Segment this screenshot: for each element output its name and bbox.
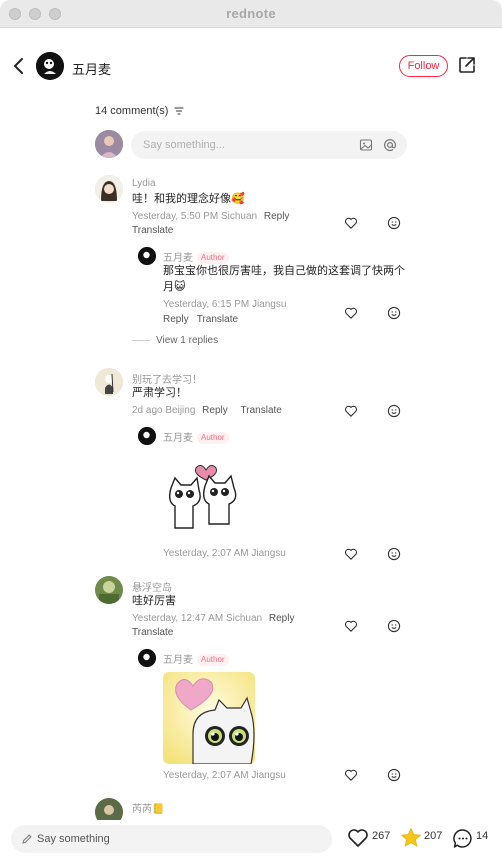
stars-count: 207 (424, 830, 443, 842)
emoji-react-icon[interactable] (387, 404, 401, 418)
reply-time-location: Yesterday, 2:07 AM Jiangsu (163, 548, 286, 559)
reply-author-avatar[interactable] (138, 427, 156, 445)
author-avatar[interactable] (36, 52, 64, 80)
commenter-name[interactable]: Lydia (132, 178, 156, 189)
emoji-react-icon[interactable] (387, 768, 401, 782)
comment-meta: Yesterday, 5:50 PM Sichuan Reply (132, 211, 289, 222)
star-collect-icon[interactable] (400, 827, 422, 849)
emoji-react-icon[interactable] (387, 547, 401, 561)
reply-button[interactable]: Reply (269, 613, 295, 624)
window-title: rednote (226, 6, 276, 21)
reply-author-name[interactable]: 五月麦 (163, 433, 193, 444)
commenter-name[interactable]: 别玩了去学习！ (132, 371, 202, 386)
comment-input[interactable] (143, 131, 343, 159)
like-heart-icon[interactable] (344, 619, 358, 633)
reply-time-location: Yesterday, 2:07 AM Jiangsu (163, 770, 286, 781)
author-tag: Author (197, 432, 229, 444)
follow-button[interactable]: Follow (399, 55, 448, 77)
translate-button[interactable]: Translate (241, 405, 282, 416)
comments-count: 14 (476, 830, 489, 842)
comment-text: 哇好厉害 (132, 595, 176, 607)
like-heart-icon[interactable] (344, 306, 358, 320)
sort-filter-icon[interactable] (174, 107, 184, 115)
reply-author-name-row: 五月麦 Author (163, 651, 229, 666)
translate-button[interactable]: Translate (132, 627, 173, 638)
reply-time-location: Yesterday, 6:15 PM Jiangsu (163, 299, 287, 310)
cats-sticker-image[interactable] (163, 458, 255, 536)
share-icon[interactable] (458, 56, 476, 74)
reply-text-line-2: 月😺 (163, 281, 186, 293)
image-icon[interactable] (359, 138, 373, 152)
emoji-react-icon[interactable] (387, 216, 401, 230)
like-heart-icon[interactable] (344, 404, 358, 418)
comment-meta: Yesterday, 12:47 AM Sichuan Reply (132, 613, 294, 624)
emoji-react-icon[interactable] (387, 306, 401, 320)
commenter-avatar[interactable] (95, 175, 123, 203)
comment-count-label: 14 comment(s) (95, 105, 169, 117)
comment-meta: 2d ago Beijing Reply Translate (132, 405, 282, 416)
commenter-name[interactable]: 悬浮空岛 (132, 579, 172, 594)
app-window: rednote 五月麦 Follow 14 comment(s) Say som… (0, 0, 502, 859)
comment-time-location: 2d ago Beijing (132, 405, 196, 416)
reply-author-name[interactable]: 五月麦 (163, 655, 193, 666)
emoji-react-icon[interactable] (387, 619, 401, 633)
view-replies-label[interactable]: View 1 replies (156, 335, 218, 346)
like-heart-icon[interactable] (344, 216, 358, 230)
mention-icon[interactable] (383, 138, 397, 152)
say-something-input[interactable]: Say something (11, 825, 332, 853)
comment-count: 14 comment(s) (95, 105, 184, 117)
commenter-avatar[interactable] (95, 368, 123, 396)
reply-button[interactable]: Reply (202, 405, 228, 416)
reply-author-avatar[interactable] (138, 649, 156, 667)
reply-button[interactable]: Reply (264, 211, 290, 222)
bottom-action-bar: Say something 267 207 14 (0, 820, 502, 859)
note-header: 五月麦 Follow (0, 28, 502, 104)
like-heart-icon[interactable] (344, 547, 358, 561)
title-bar: rednote (0, 0, 502, 28)
heart-cat-sticker-image[interactable] (163, 672, 255, 764)
reply-author-name-row: 五月麦 Author (163, 429, 229, 444)
say-something-label: Say something (37, 833, 110, 845)
my-avatar (95, 130, 123, 158)
comment-time-location: Yesterday, 5:50 PM Sichuan (132, 211, 258, 222)
like-heart-icon[interactable] (344, 768, 358, 782)
reply-button[interactable]: Reply (163, 314, 189, 325)
comment-text: 哇！和我的理念好像🥰 (132, 193, 245, 205)
comment-bubble-icon[interactable] (452, 828, 474, 850)
back-arrow-icon[interactable] (10, 56, 28, 76)
divider-line (132, 339, 150, 341)
view-replies-link[interactable]: View 1 replies (132, 335, 218, 346)
comment-text: 严肃学习！ (132, 387, 187, 399)
pencil-icon (22, 834, 32, 844)
commenter-avatar[interactable] (95, 576, 123, 604)
author-tag: Author (197, 654, 229, 666)
reply-text-line-1: 那宝宝你也很厉害哇，我自己做的这套调了快两个 (163, 265, 405, 277)
reply-author-name-row: 五月麦 Author (163, 249, 229, 264)
reply-author-avatar[interactable] (138, 247, 156, 265)
comment-time-location: Yesterday, 12:47 AM Sichuan (132, 613, 263, 624)
author-name[interactable]: 五月麦 (72, 59, 111, 78)
translate-button[interactable]: Translate (197, 314, 238, 325)
comment-input-box[interactable] (131, 131, 407, 159)
commenter-name[interactable]: 芮芮📒 (132, 800, 164, 815)
likes-count: 267 (372, 830, 391, 842)
reply-actions: Reply Translate (163, 314, 238, 325)
like-heart-icon[interactable] (347, 828, 369, 848)
translate-button[interactable]: Translate (132, 225, 173, 236)
